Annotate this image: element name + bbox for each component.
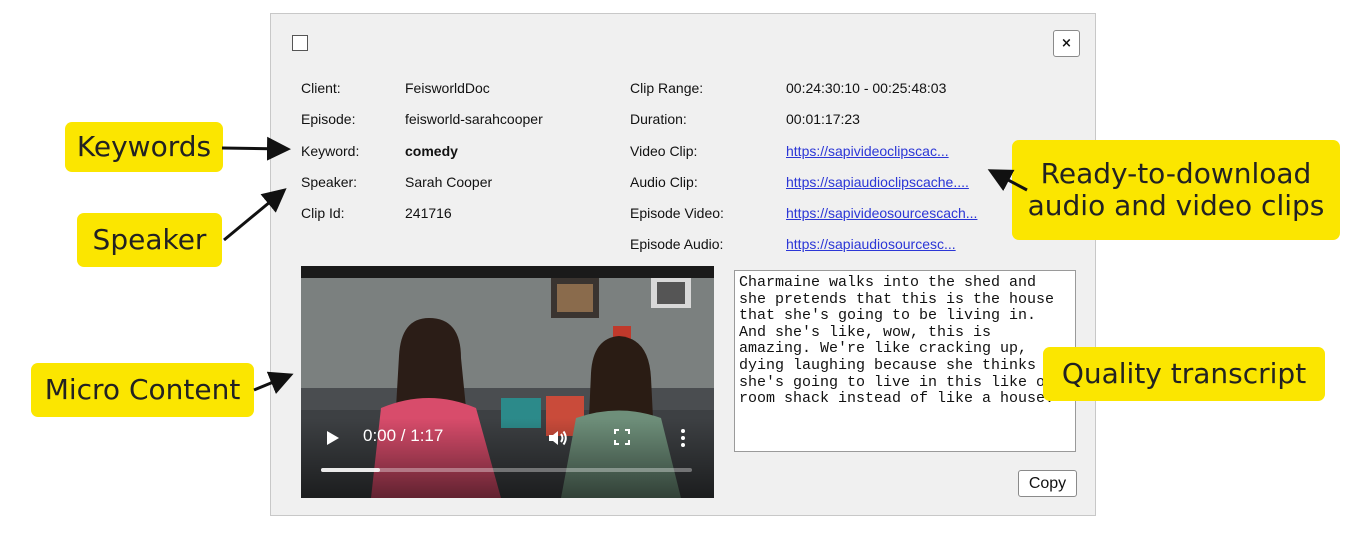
speaker-label: Speaker: [301, 174, 358, 190]
keywords-callout: Keywords [65, 122, 223, 172]
video-progress-fill [321, 468, 381, 472]
ready-to-download-callout: Ready-to-download audio and video clips [1012, 140, 1340, 240]
clip-details-dialog: × Client: FeisworldDoc Episode: feisworl… [270, 13, 1096, 516]
episode-value: feisworld-sarahcooper [405, 111, 543, 127]
volume-icon[interactable] [547, 428, 569, 448]
episode-video-link[interactable]: https://sapivideosourcescach... [786, 204, 977, 222]
keyword-label: Keyword: [301, 143, 360, 159]
video-clip-label: Video Clip: [630, 143, 698, 159]
clip-id-label: Clip Id: [301, 205, 345, 221]
play-icon[interactable] [327, 431, 339, 445]
duration-value: 00:01:17:23 [786, 111, 860, 127]
client-label: Client: [301, 80, 341, 96]
client-value: FeisworldDoc [405, 80, 490, 96]
audio-clip-label: Audio Clip: [630, 174, 698, 190]
duration-label: Duration: [630, 111, 687, 127]
micro-content-callout: Micro Content [31, 363, 254, 417]
speaker-callout: Speaker [77, 213, 222, 267]
keyword-value: comedy [405, 143, 458, 159]
audio-clip-link[interactable]: https://sapiaudioclipscache.... [786, 173, 969, 191]
clip-range-value: 00:24:30:10 - 00:25:48:03 [786, 80, 947, 96]
quality-transcript-callout: Quality transcript [1043, 347, 1325, 401]
episode-audio-link[interactable]: https://sapiaudiosourcesc... [786, 235, 956, 253]
ready-callout-line1: Ready-to-download [1040, 156, 1312, 190]
episode-label: Episode: [301, 111, 356, 127]
transcript-text[interactable]: Charmaine walks into the shed and she pr… [734, 270, 1076, 452]
video-player[interactable]: 0:00 / 1:17 [301, 266, 714, 498]
more-options-icon[interactable] [679, 428, 687, 448]
episode-video-label: Episode Video: [630, 205, 724, 221]
video-progress-track[interactable] [321, 468, 692, 472]
select-checkbox[interactable] [292, 35, 308, 51]
copy-button[interactable]: Copy [1018, 470, 1077, 497]
speaker-value: Sarah Cooper [405, 174, 493, 190]
close-button[interactable]: × [1053, 30, 1080, 57]
video-time: 0:00 / 1:17 [363, 426, 444, 445]
clip-id-value: 241716 [405, 205, 452, 221]
video-clip-link[interactable]: https://sapivideoclipscac... [786, 142, 949, 160]
clip-range-label: Clip Range: [630, 80, 704, 96]
ready-callout-line2: audio and video clips [1027, 189, 1325, 222]
episode-audio-label: Episode Audio: [630, 236, 724, 252]
fullscreen-icon[interactable] [613, 428, 631, 446]
